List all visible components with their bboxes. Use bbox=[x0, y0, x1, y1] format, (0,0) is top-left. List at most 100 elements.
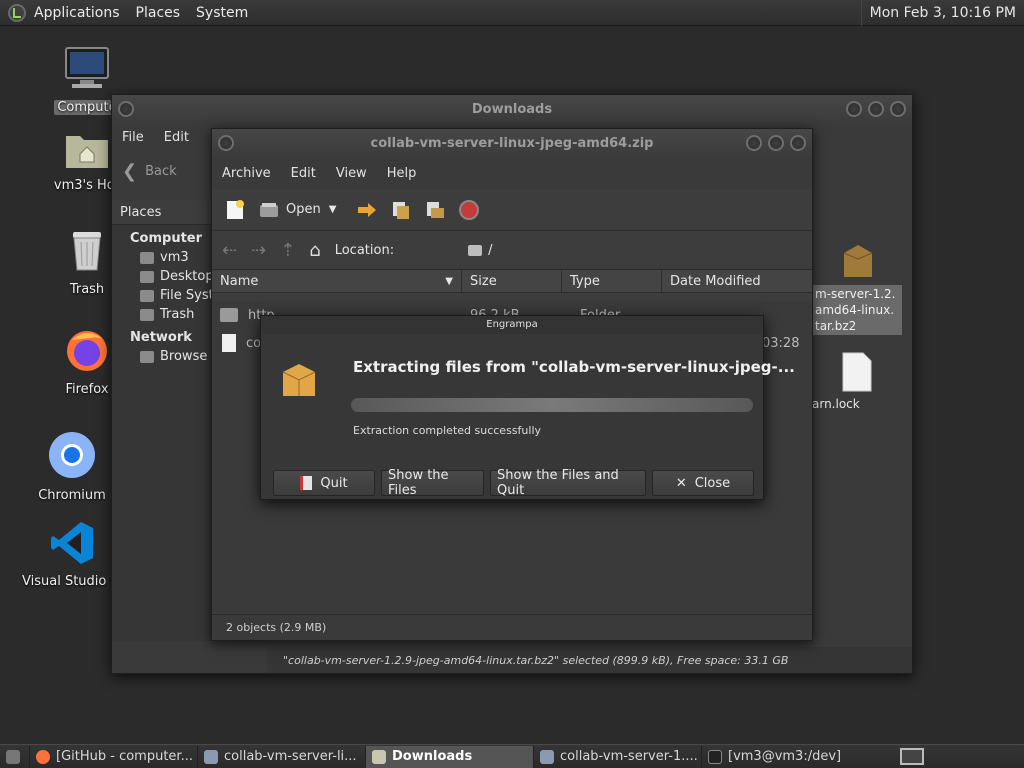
archive-toolbar: Open ▼ bbox=[212, 189, 812, 231]
downloads-statusbar: "collab-vm-server-1.2.9-jpeg-amd64-linux… bbox=[267, 647, 912, 673]
taskbar-item-label: [vm3@vm3:/dev] bbox=[728, 749, 842, 764]
quit-icon bbox=[300, 476, 313, 490]
close-icon: ✕ bbox=[675, 475, 687, 491]
archive-manager-icon bbox=[540, 749, 554, 764]
file-item-yarn-lock[interactable]: arn.lock bbox=[812, 351, 902, 411]
menu-help[interactable]: Help bbox=[377, 166, 427, 181]
archive-menubar: Archive Edit View Help bbox=[212, 157, 812, 189]
column-type[interactable]: Type bbox=[562, 269, 662, 293]
home-icon[interactable]: ⌂ bbox=[309, 240, 320, 261]
column-name[interactable]: Name ▼ bbox=[212, 269, 462, 293]
maximize-button[interactable] bbox=[868, 101, 884, 117]
computer-icon bbox=[65, 47, 109, 88]
taskbar-item-label: [GitHub - computer... bbox=[56, 749, 193, 764]
places-menu[interactable]: Places bbox=[128, 5, 189, 21]
window-menu-button[interactable] bbox=[218, 135, 234, 151]
sidebar-item-label: Browse bbox=[160, 349, 208, 364]
column-label: Name bbox=[220, 273, 259, 289]
clock[interactable]: Mon Feb 3, 10:16 PM bbox=[860, 0, 1024, 26]
menu-file[interactable]: File bbox=[112, 130, 154, 145]
file-date: 03:28 bbox=[762, 335, 800, 351]
file-label: arn.lock bbox=[812, 397, 860, 411]
file-icon bbox=[222, 334, 236, 352]
downloads-titlebar[interactable]: Downloads bbox=[112, 95, 912, 123]
chromium-icon bbox=[49, 432, 95, 478]
home-folder-icon bbox=[66, 136, 108, 168]
folder-icon bbox=[372, 749, 386, 764]
column-size[interactable]: Size bbox=[462, 269, 562, 293]
file-item-tarball[interactable]: m-server-1.2. amd64-linux. tar.bz2 bbox=[812, 241, 902, 335]
drive-icon bbox=[140, 289, 154, 302]
desktop-icon-vscode[interactable]: Visual Studio Co bbox=[22, 520, 128, 589]
taskbar-item-label: Downloads bbox=[392, 749, 473, 764]
quit-button[interactable]: Quit bbox=[273, 470, 375, 496]
top-panel: Applications Places System Mon Feb 3, 10… bbox=[0, 0, 1024, 26]
sidebar-item-label: Trash bbox=[160, 307, 195, 322]
dialog-heading: Extracting files from "collab-vm-server-… bbox=[353, 358, 795, 376]
taskbar-item-terminal[interactable]: [vm3@vm3:/dev] bbox=[702, 746, 882, 768]
menu-edit[interactable]: Edit bbox=[281, 166, 326, 181]
sidebar-item-label: File Syst bbox=[160, 288, 214, 303]
desktop-icon-label: Compute bbox=[54, 100, 120, 115]
sidebar-item-label: Desktop bbox=[160, 269, 214, 284]
back-arrow-icon[interactable]: ⇠ bbox=[222, 240, 237, 261]
extract-icon[interactable] bbox=[354, 197, 380, 223]
new-archive-icon[interactable] bbox=[222, 197, 248, 223]
extraction-dialog: Engrampa Extracting files from "collab-v… bbox=[260, 315, 795, 500]
menu-edit[interactable]: Edit bbox=[154, 130, 199, 145]
back-arrow-icon[interactable]: ❮ bbox=[122, 161, 137, 182]
folder-icon bbox=[220, 308, 238, 322]
dialog-title[interactable]: Engrampa bbox=[261, 316, 763, 334]
package-icon bbox=[282, 364, 316, 396]
add-files-icon[interactable] bbox=[388, 197, 414, 223]
open-dropdown-chevron-icon[interactable]: ▼ bbox=[329, 204, 337, 215]
terminal-icon bbox=[708, 749, 722, 764]
up-arrow-icon[interactable]: ⇡ bbox=[280, 240, 295, 261]
show-desktop-icon bbox=[6, 749, 20, 764]
mate-logo-icon[interactable] bbox=[8, 3, 26, 22]
taskbar-item-archive[interactable]: collab-vm-server-li... bbox=[198, 745, 366, 768]
applications-menu[interactable]: Applications bbox=[26, 5, 128, 21]
menu-archive[interactable]: Archive bbox=[212, 166, 281, 181]
text-file-icon bbox=[842, 352, 872, 392]
back-button[interactable]: Back bbox=[145, 164, 177, 179]
trash-icon bbox=[73, 232, 101, 271]
file-label: m-server-1.2. bbox=[815, 287, 896, 301]
open-button[interactable]: Open bbox=[286, 202, 321, 217]
location-field[interactable]: / bbox=[488, 243, 492, 258]
window-menu-button[interactable] bbox=[118, 101, 134, 117]
add-folder-icon[interactable] bbox=[422, 197, 448, 223]
forward-arrow-icon[interactable]: ⇢ bbox=[251, 240, 266, 261]
close-button[interactable]: ✕ Close bbox=[652, 470, 754, 496]
taskbar-item-downloads[interactable]: Downloads bbox=[366, 745, 534, 768]
minimize-button[interactable] bbox=[746, 135, 762, 151]
taskbar-item-archive-2[interactable]: collab-vm-server-1.... bbox=[534, 745, 702, 768]
sidebar-item-label: vm3 bbox=[160, 250, 189, 265]
maximize-button[interactable] bbox=[768, 135, 784, 151]
workspace-switcher[interactable] bbox=[900, 748, 924, 765]
desktop-icon bbox=[140, 270, 154, 283]
show-files-and-quit-button[interactable]: Show the Files and Quit bbox=[490, 468, 646, 498]
vscode-icon bbox=[51, 522, 93, 564]
minimize-button[interactable] bbox=[846, 101, 862, 117]
stop-icon[interactable] bbox=[456, 197, 482, 223]
progress-bar bbox=[351, 398, 753, 412]
open-archive-icon[interactable] bbox=[256, 197, 282, 223]
progress-fill bbox=[351, 398, 753, 412]
archive-titlebar[interactable]: collab-vm-server-linux-jpeg-amd64.zip bbox=[212, 129, 812, 157]
column-date[interactable]: Date Modified bbox=[662, 269, 810, 293]
bottom-panel: [GitHub - computer... collab-vm-server-l… bbox=[0, 744, 1024, 768]
dialog-message: Extraction completed successfully bbox=[353, 424, 542, 437]
desktop-icon-chromium[interactable]: Chromium bbox=[22, 430, 122, 503]
close-button[interactable] bbox=[790, 135, 806, 151]
show-desktop-button[interactable] bbox=[0, 745, 30, 768]
system-menu[interactable]: System bbox=[188, 5, 256, 21]
taskbar-item-firefox[interactable]: [GitHub - computer... bbox=[30, 745, 198, 768]
menu-view[interactable]: View bbox=[326, 166, 377, 181]
desktop-icon-label: Chromium bbox=[38, 488, 106, 503]
button-label: Quit bbox=[320, 475, 348, 491]
show-files-button[interactable]: Show the Files bbox=[381, 468, 484, 498]
location-label: Location: bbox=[334, 242, 395, 258]
file-label: tar.bz2 bbox=[815, 319, 857, 333]
close-button[interactable] bbox=[890, 101, 906, 117]
